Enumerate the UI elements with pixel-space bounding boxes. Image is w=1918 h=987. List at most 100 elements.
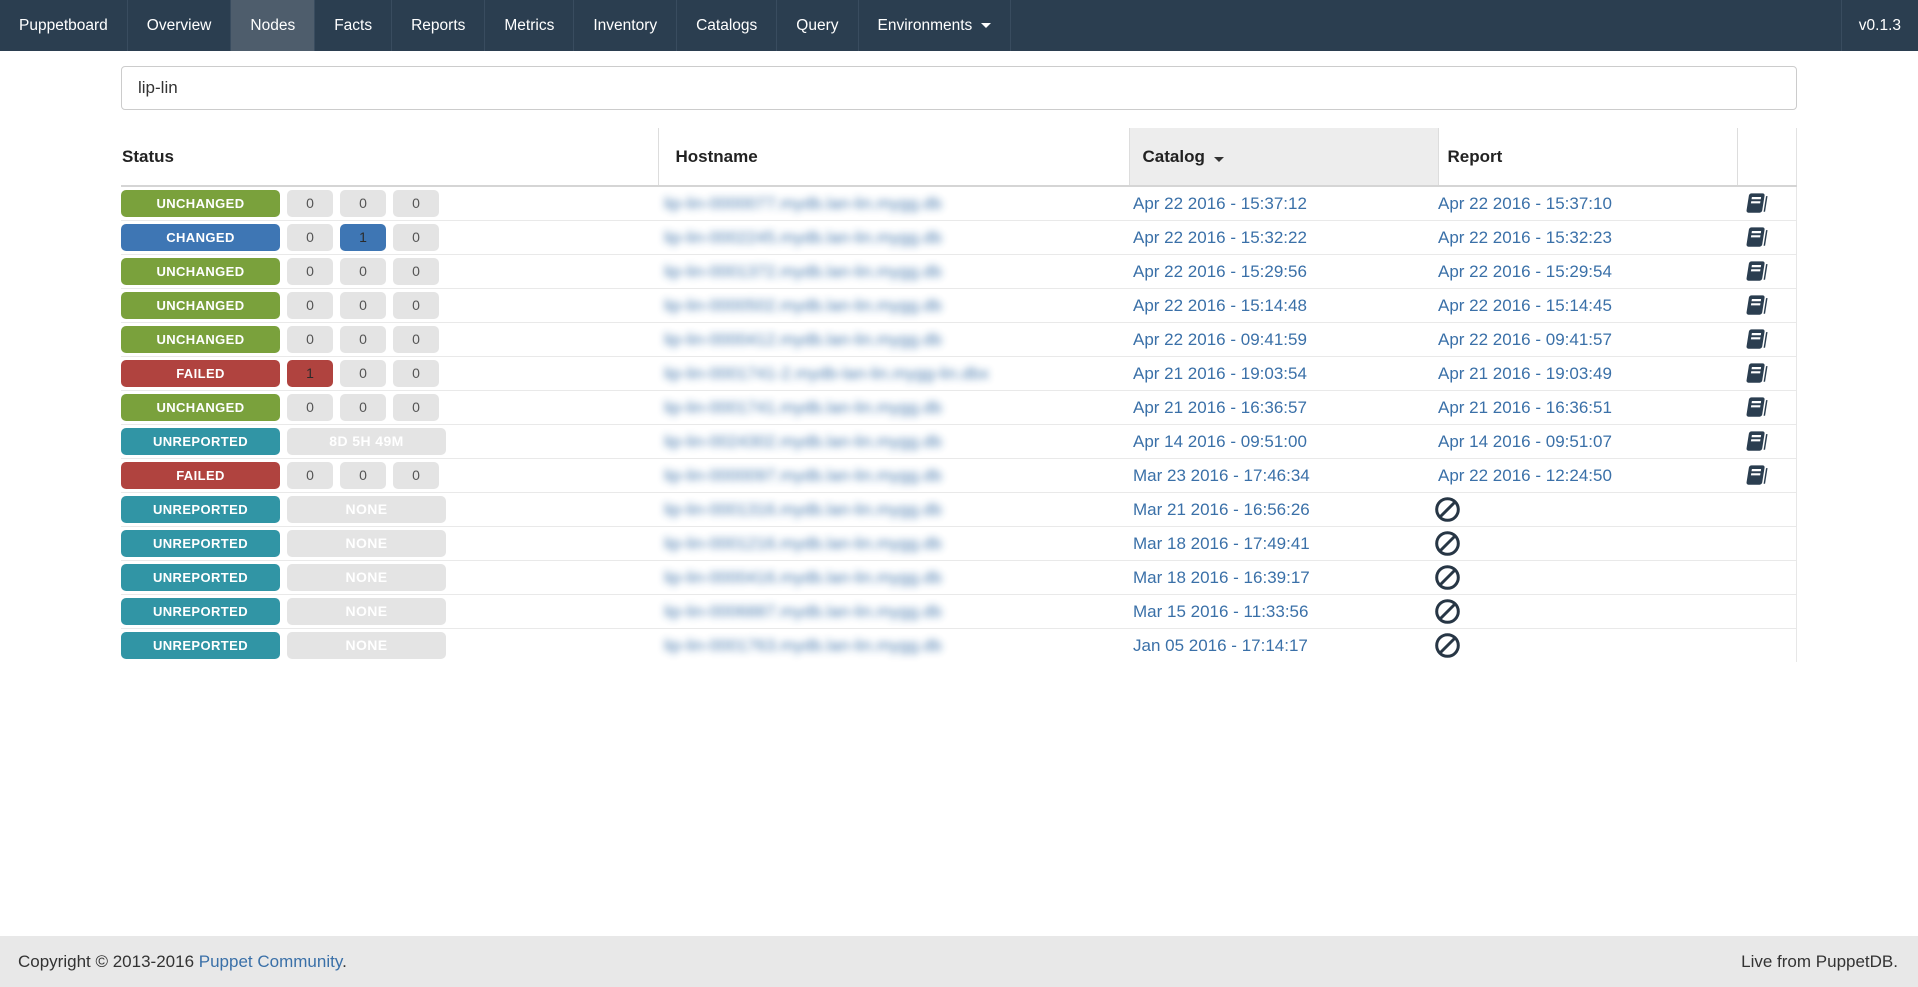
column-header-hostname[interactable]: Hostname	[657, 128, 1129, 187]
catalog-timestamp-link[interactable]: Mar 18 2016 - 16:39:17	[1133, 568, 1310, 587]
footer-status-text: Live from PuppetDB.	[1741, 951, 1898, 971]
nodes-table-body: UNCHANGED 000 lip-lin-0000077.mydb.lan-l…	[121, 186, 1797, 662]
table-row: UNCHANGED 000 lip-lin-0000077.mydb.lan-l…	[121, 186, 1797, 221]
counter-pill: 0	[393, 224, 439, 251]
navbar-brand[interactable]: Puppetboard	[0, 0, 128, 51]
catalog-timestamp-link[interactable]: Mar 15 2016 - 11:33:56	[1133, 602, 1308, 621]
table-row: UNREPORTED NONE lip-lin-0001216.mydb.lan…	[121, 526, 1797, 561]
report-book-icon[interactable]	[1737, 463, 1796, 488]
no-report-ban-icon	[1434, 496, 1737, 523]
nav-item-query[interactable]: Query	[777, 0, 859, 51]
report-book-icon[interactable]	[1737, 191, 1796, 216]
column-header-status[interactable]: Status	[121, 128, 658, 187]
report-book-icon[interactable]	[1737, 225, 1796, 250]
status-cell: UNREPORTED NONE	[121, 628, 658, 662]
status-badge: UNCHANGED	[121, 326, 280, 353]
counter-pill: 0	[287, 292, 333, 319]
report-book-icon[interactable]	[1737, 429, 1796, 454]
hostname-cell: lip-lin-0001741.mydb.lan-lin.mygg.db	[658, 390, 1129, 425]
report-timestamp-link[interactable]: Apr 22 2016 - 15:32:23	[1438, 228, 1612, 247]
hostname-link[interactable]: lip-lin-0000077.mydb.lan-lin.mygg.db	[664, 194, 942, 214]
report-book-icon[interactable]	[1737, 327, 1796, 352]
counter-pills: 000	[280, 326, 439, 353]
nav-item-nodes[interactable]: Nodes	[231, 0, 316, 51]
catalog-timestamp-link[interactable]: Apr 22 2016 - 15:29:56	[1133, 262, 1307, 281]
hostname-link[interactable]: lip-lin-0024302.mydb.lan-lin.mygg.db	[664, 432, 942, 452]
report-timestamp-link[interactable]: Apr 22 2016 - 15:37:10	[1438, 194, 1612, 213]
report-doc-cell	[1737, 560, 1797, 595]
catalog-timestamp-link[interactable]: Apr 21 2016 - 16:36:57	[1133, 398, 1307, 417]
report-timestamp-link[interactable]: Apr 22 2016 - 09:41:57	[1438, 330, 1612, 349]
catalog-timestamp-link[interactable]: Mar 18 2016 - 17:49:41	[1133, 534, 1310, 553]
nav-item-label: Metrics	[504, 16, 555, 34]
report-timestamp-link[interactable]: Apr 22 2016 - 15:29:54	[1438, 262, 1612, 281]
hostname-link[interactable]: lip-lin-0000097.mydb.lan-lin.mygg.db	[664, 466, 942, 486]
report-cell: Apr 21 2016 - 16:36:51	[1438, 390, 1737, 425]
catalog-timestamp-link[interactable]: Mar 21 2016 - 16:56:26	[1133, 500, 1310, 519]
puppet-community-link[interactable]: Puppet Community	[199, 952, 342, 971]
catalog-timestamp-link[interactable]: Apr 21 2016 - 19:03:54	[1133, 364, 1307, 383]
status-badge: FAILED	[121, 360, 280, 387]
catalog-timestamp-link[interactable]: Apr 22 2016 - 15:37:12	[1133, 194, 1307, 213]
hostname-link[interactable]: lip-lin-0002245.mydb.lan-lin.mygg.db	[664, 228, 942, 248]
hostname-cell: lip-lin-0000097.mydb.lan-lin.mygg.db	[658, 458, 1129, 493]
catalog-timestamp-link[interactable]: Apr 22 2016 - 15:32:22	[1133, 228, 1307, 247]
nav-item-inventory[interactable]: Inventory	[574, 0, 678, 51]
catalog-timestamp-link[interactable]: Mar 23 2016 - 17:46:34	[1133, 466, 1310, 485]
hostname-link[interactable]: lip-lin-0001741-2.mydb-lan-lin.mygg-lin.…	[664, 364, 989, 384]
hostname-link[interactable]: lip-lin-0001763.mydb.lan-lin.mygg.db	[664, 636, 942, 656]
duration-pill: 8D 5H 49M	[287, 428, 446, 455]
column-header-report[interactable]: Report	[1438, 128, 1737, 187]
catalog-cell: Apr 21 2016 - 19:03:54	[1129, 356, 1438, 391]
status-cell: UNREPORTED NONE	[121, 526, 658, 561]
hostname-link[interactable]: lip-lin-0006887.mydb.lan-lin.mygg.db	[664, 602, 942, 622]
report-doc-cell	[1737, 322, 1797, 357]
catalog-cell: Apr 22 2016 - 15:29:56	[1129, 254, 1438, 289]
report-timestamp-link[interactable]: Apr 21 2016 - 19:03:49	[1438, 364, 1612, 383]
hostname-link[interactable]: lip-lin-0000416.mydb.lan-lin.mygg.db	[664, 568, 942, 588]
report-timestamp-link[interactable]: Apr 22 2016 - 12:24:50	[1438, 466, 1612, 485]
report-timestamp-link[interactable]: Apr 21 2016 - 16:36:51	[1438, 398, 1612, 417]
nav-item-facts[interactable]: Facts	[315, 0, 393, 51]
node-filter-input[interactable]	[121, 66, 1797, 110]
column-header-catalog[interactable]: Catalog	[1128, 128, 1439, 187]
report-book-icon[interactable]	[1737, 293, 1796, 318]
nav-item-label: Environments	[877, 16, 973, 34]
report-cell: Apr 22 2016 - 12:24:50	[1438, 458, 1737, 493]
catalog-timestamp-link[interactable]: Jan 05 2016 - 17:14:17	[1133, 636, 1308, 655]
report-book-icon[interactable]	[1737, 259, 1796, 284]
table-header-row: Status Hostname Catalog Report	[121, 128, 1797, 187]
hostname-link[interactable]: lip-lin-0001216.mydb.lan-lin.mygg.db	[664, 534, 942, 554]
report-book-icon[interactable]	[1737, 395, 1796, 420]
counter-pill: 0	[393, 394, 439, 421]
nav-item-catalogs[interactable]: Catalogs	[677, 0, 778, 51]
catalog-cell: Mar 18 2016 - 17:49:41	[1129, 526, 1438, 561]
counter-pill: 0	[340, 190, 386, 217]
catalog-timestamp-link[interactable]: Apr 22 2016 - 09:41:59	[1133, 330, 1307, 349]
nav-item-environments[interactable]: Environments	[859, 0, 1012, 51]
nav-item-metrics[interactable]: Metrics	[485, 0, 575, 51]
hostname-link[interactable]: lip-lin-0001741.mydb.lan-lin.mygg.db	[664, 398, 942, 418]
counter-pill: 0	[340, 360, 386, 387]
hostname-link[interactable]: lip-lin-0001316.mydb.lan-lin.mygg.db	[664, 500, 942, 520]
catalog-timestamp-link[interactable]: Apr 22 2016 - 15:14:48	[1133, 296, 1307, 315]
hostname-cell: lip-lin-0000416.mydb.lan-lin.mygg.db	[658, 560, 1129, 595]
report-book-icon[interactable]	[1737, 361, 1796, 386]
footer: Copyright © 2013-2016 Puppet Community. …	[0, 936, 1918, 987]
status-badge: UNREPORTED	[121, 428, 280, 455]
status-badge: UNCHANGED	[121, 258, 280, 285]
report-doc-cell	[1737, 492, 1797, 527]
nav-item-reports[interactable]: Reports	[392, 0, 486, 51]
catalog-timestamp-link[interactable]: Apr 14 2016 - 09:51:00	[1133, 432, 1307, 451]
status-cell: UNCHANGED 000	[121, 288, 658, 323]
navbar: Puppetboard Overview Nodes Facts Reports…	[0, 0, 1918, 51]
nav-item-overview[interactable]: Overview	[128, 0, 232, 51]
hostname-link[interactable]: lip-lin-0000412.mydb.lan-lin.mygg.db	[664, 330, 942, 350]
hostname-cell: lip-lin-0006887.mydb.lan-lin.mygg.db	[658, 594, 1129, 629]
report-timestamp-link[interactable]: Apr 14 2016 - 09:51:07	[1438, 432, 1612, 451]
counter-pill: 1	[287, 360, 333, 387]
counter-pills: 000	[280, 258, 439, 285]
hostname-link[interactable]: lip-lin-0001372.mydb.lan-lin.mygg.db	[664, 262, 942, 282]
report-timestamp-link[interactable]: Apr 22 2016 - 15:14:45	[1438, 296, 1612, 315]
hostname-link[interactable]: lip-lin-0000502.mydb.lan-lin.mygg.db	[664, 296, 942, 316]
